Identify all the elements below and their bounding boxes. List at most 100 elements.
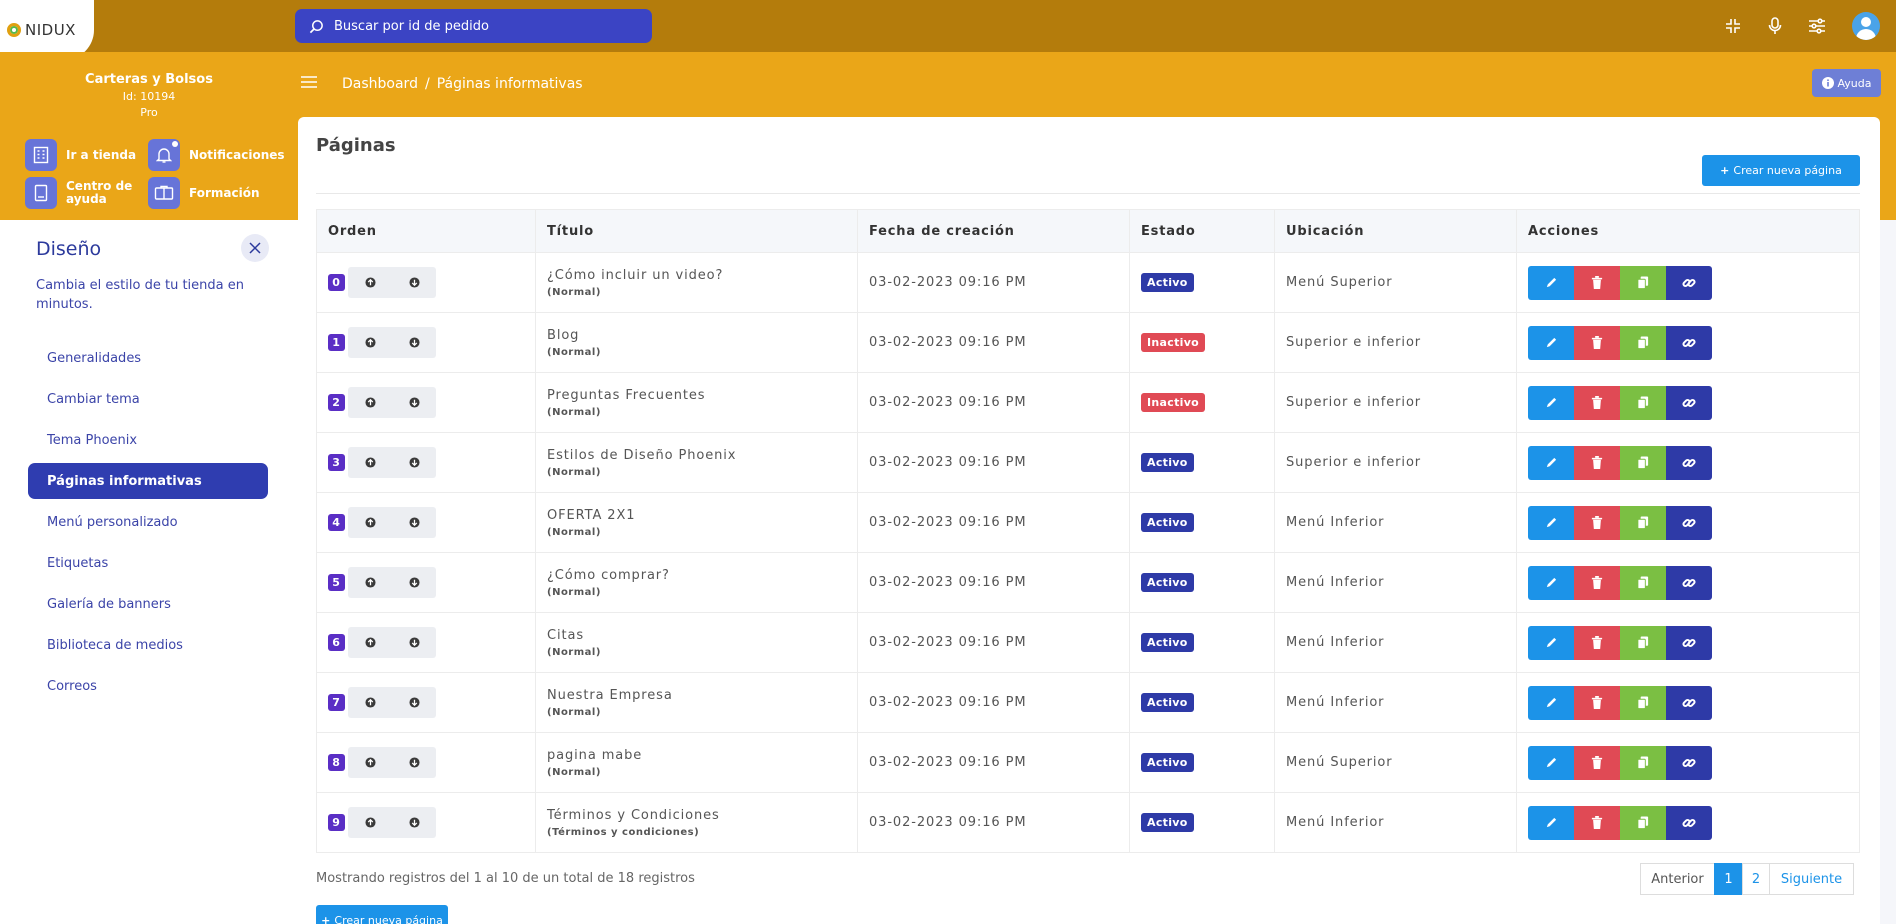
edit-button[interactable] [1528,685,1574,720]
sidebar-item-galeria-banners[interactable]: Galería de banners [28,586,268,622]
move-down-icon[interactable] [408,817,420,828]
move-down-icon[interactable] [408,517,420,528]
create-page-button[interactable]: + Crear nueva página [1702,155,1860,186]
link-button[interactable] [1666,625,1712,660]
create-page-button-bottom[interactable]: + Crear nueva página [316,905,448,924]
link-button[interactable] [1666,685,1712,720]
edit-button[interactable] [1528,445,1574,480]
move-up-icon[interactable] [364,697,376,708]
breadcrumb-current: Páginas informativas [436,76,583,92]
duplicate-button[interactable] [1620,565,1666,600]
edit-button[interactable] [1528,805,1574,840]
move-down-icon[interactable] [408,397,420,408]
move-up-icon[interactable] [364,817,376,828]
edit-button[interactable] [1528,325,1574,360]
link-button[interactable] [1666,385,1712,420]
nidux-logo[interactable]: NIDUX [0,0,94,60]
column-header-location[interactable]: Ubicación [1274,209,1517,253]
sidebar-item-menu-personalizado[interactable]: Menú personalizado [28,504,268,540]
move-up-icon[interactable] [364,577,376,588]
duplicate-button[interactable] [1620,385,1666,420]
duplicate-button[interactable] [1620,445,1666,480]
duplicate-button[interactable] [1620,745,1666,780]
pagination-page-1[interactable]: 1 [1714,863,1743,895]
sidebar-item-generalidades[interactable]: Generalidades [28,340,268,376]
quick-link-store[interactable]: Ir a tienda [25,139,136,171]
sidebar-item-biblioteca-medios[interactable]: Biblioteca de medios [28,627,268,663]
move-up-icon[interactable] [364,277,376,288]
move-down-icon[interactable] [408,277,420,288]
collapse-icon[interactable] [1724,17,1742,35]
column-header-status[interactable]: Estado [1129,209,1275,253]
user-avatar[interactable] [1852,12,1880,40]
delete-button[interactable] [1574,625,1620,660]
delete-button[interactable] [1574,445,1620,480]
duplicate-button[interactable] [1620,625,1666,660]
duplicate-button[interactable] [1620,685,1666,720]
breadcrumb-dashboard[interactable]: Dashboard [342,76,418,92]
microphone-icon[interactable] [1768,17,1782,35]
link-button[interactable] [1666,325,1712,360]
edit-button[interactable] [1528,625,1574,660]
settings-sliders-icon[interactable] [1808,18,1826,34]
move-up-icon[interactable] [364,397,376,408]
move-down-icon[interactable] [408,757,420,768]
sidebar-item-tema-phoenix[interactable]: Tema Phoenix [28,422,268,458]
edit-button[interactable] [1528,565,1574,600]
quick-link-help-center[interactable]: Centro de ayuda [25,177,135,209]
link-button[interactable] [1666,445,1712,480]
move-down-icon[interactable] [408,697,420,708]
hamburger-menu-icon[interactable] [300,75,318,93]
duplicate-button[interactable] [1620,505,1666,540]
move-down-icon[interactable] [408,637,420,648]
delete-button[interactable] [1574,685,1620,720]
sidebar-item-etiquetas[interactable]: Etiquetas [28,545,268,581]
delete-button[interactable] [1574,385,1620,420]
move-down-icon[interactable] [408,577,420,588]
bell-icon [148,139,180,171]
delete-button[interactable] [1574,265,1620,300]
delete-button[interactable] [1574,565,1620,600]
pagination-previous[interactable]: Anterior [1640,863,1715,895]
delete-button[interactable] [1574,805,1620,840]
column-header-date[interactable]: Fecha de creación [857,209,1130,253]
move-up-icon[interactable] [364,457,376,468]
search-placeholder: Buscar por id de pedido [334,18,489,34]
edit-button[interactable] [1528,265,1574,300]
edit-button[interactable] [1528,505,1574,540]
sidebar-menu: Generalidades Cambiar tema Tema Phoenix … [28,340,268,709]
column-header-title[interactable]: Título [535,209,858,253]
link-button[interactable] [1666,505,1712,540]
duplicate-button[interactable] [1620,805,1666,840]
edit-button[interactable] [1528,745,1574,780]
delete-button[interactable] [1574,325,1620,360]
link-button[interactable] [1666,265,1712,300]
link-button[interactable] [1666,565,1712,600]
sidebar-item-paginas-informativas[interactable]: Páginas informativas [28,463,268,499]
edit-button[interactable] [1528,385,1574,420]
search-input[interactable]: Buscar por id de pedido [295,9,652,43]
sidebar-item-correos[interactable]: Correos [28,668,268,704]
move-up-icon[interactable] [364,337,376,348]
column-header-order[interactable]: Orden [316,209,536,253]
order-number: 8 [328,754,345,771]
pagination-page-2[interactable]: 2 [1742,863,1770,895]
duplicate-button[interactable] [1620,265,1666,300]
move-down-icon[interactable] [408,457,420,468]
quick-link-notifications[interactable]: Notificaciones [148,139,285,171]
duplicate-button[interactable] [1620,325,1666,360]
delete-button[interactable] [1574,745,1620,780]
link-button[interactable] [1666,805,1712,840]
pagination-next[interactable]: Siguiente [1769,863,1854,895]
delete-button[interactable] [1574,505,1620,540]
quick-link-training[interactable]: Formación [148,177,260,209]
divider [316,193,1860,194]
sidebar-item-cambiar-tema[interactable]: Cambiar tema [28,381,268,417]
link-button[interactable] [1666,745,1712,780]
move-up-icon[interactable] [364,637,376,648]
help-button[interactable]: Ayuda [1812,69,1881,97]
close-sidebar-button[interactable] [241,234,269,262]
move-up-icon[interactable] [364,757,376,768]
move-down-icon[interactable] [408,337,420,348]
move-up-icon[interactable] [364,517,376,528]
